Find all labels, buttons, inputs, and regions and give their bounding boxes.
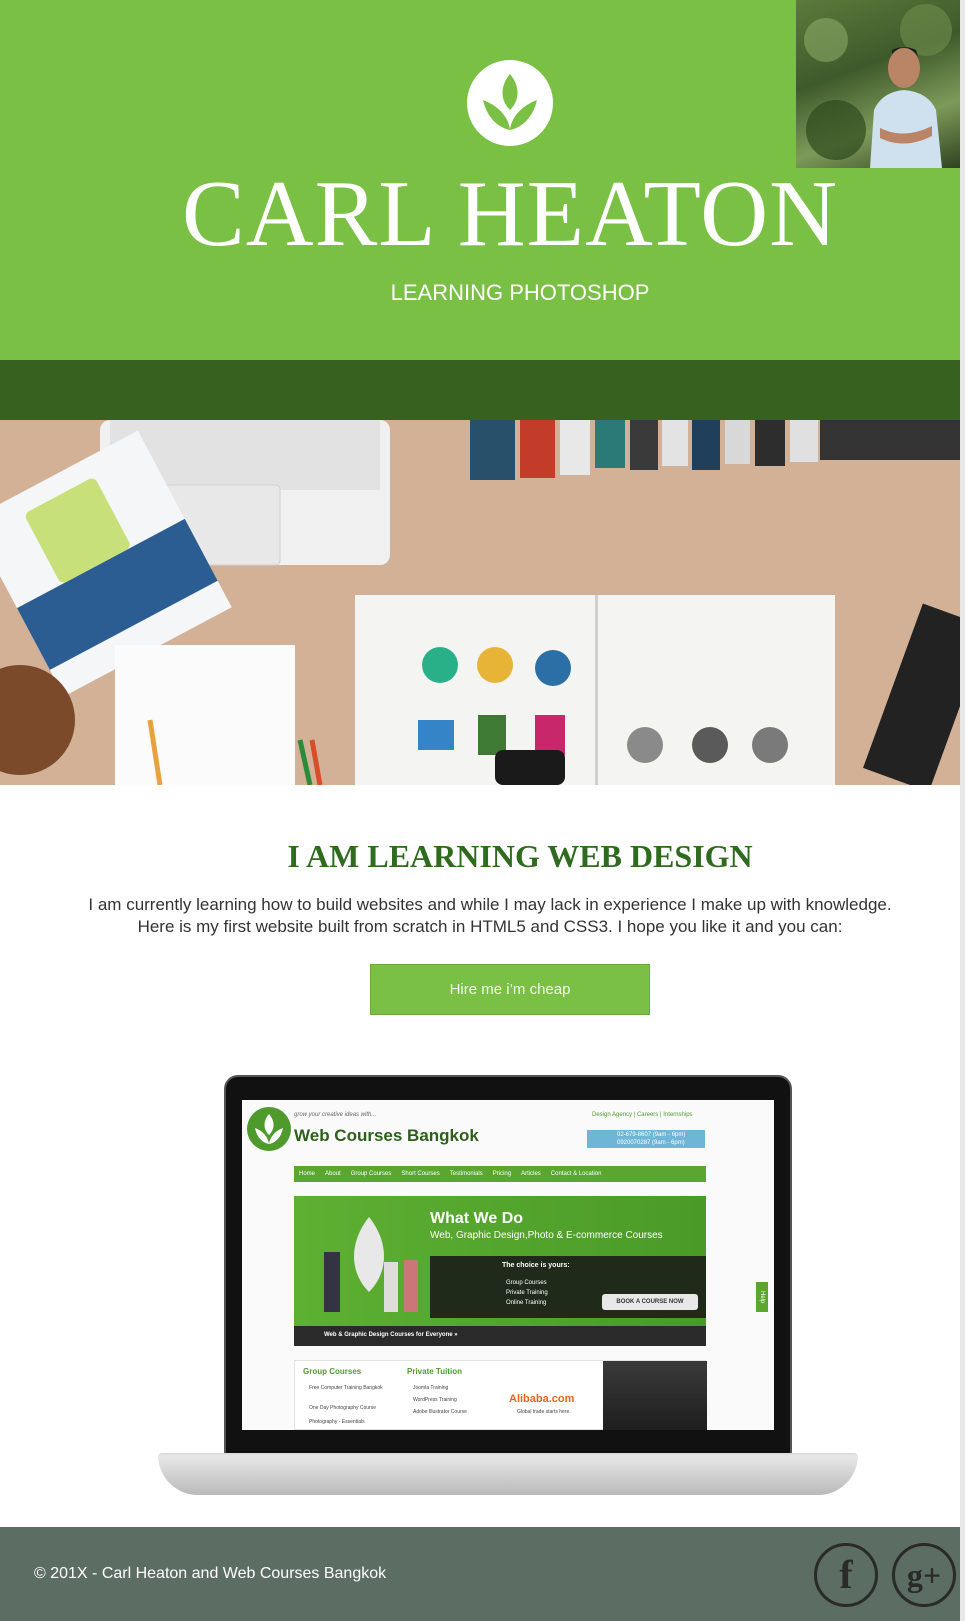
preview-nav-short-courses[interactable]: Short Courses xyxy=(396,1166,444,1182)
preview-col1-item-1[interactable]: Free Computer Training Bangkok xyxy=(309,1385,383,1391)
scrollbar-track[interactable] xyxy=(960,0,965,1621)
preview-leaf-logo-icon xyxy=(247,1107,291,1151)
navigation-bar xyxy=(0,360,960,420)
site-subtitle: LEARNING PHOTOSHOP xyxy=(390,280,650,305)
google-plus-icon[interactable]: g+ xyxy=(892,1543,956,1607)
copyright-text: © 201X - Carl Heaton and Web Courses Ban… xyxy=(34,1565,387,1582)
preview-nav-group-courses[interactable]: Group Courses xyxy=(346,1166,397,1182)
preview-people-image xyxy=(324,1217,418,1312)
preview-brand: Web Courses Bangkok xyxy=(294,1126,479,1145)
preview-phone-box: 02-679-8607 (9am - 6pm) 0920070287 (9am … xyxy=(587,1130,705,1148)
facebook-glyph: f xyxy=(839,1552,853,1597)
preview-banner-title: What We Do xyxy=(430,1210,524,1227)
preview-strip: Web & Graphic Design Courses for Everyon… xyxy=(294,1326,706,1346)
preview-choice-2: Private Training xyxy=(506,1290,548,1296)
intro-text: I am currently learning how to build web… xyxy=(20,894,960,938)
preview-choice-1: Group Courses xyxy=(506,1280,547,1286)
preview-banner-subtitle: Web, Graphic Design,Photo & E-commerce C… xyxy=(430,1230,663,1241)
intro-line-2: Here is my first website built from scra… xyxy=(137,917,843,936)
google-plus-glyph: g+ xyxy=(906,1557,942,1593)
preview-col2-item-3[interactable]: Adobe Illustrator Course xyxy=(413,1409,467,1415)
preview-col1-item-2[interactable]: One Day Photography Course xyxy=(309,1405,376,1411)
preview-col1-title: Group Courses xyxy=(303,1367,362,1376)
section-heading: I AM LEARNING WEB DESIGN xyxy=(287,838,753,874)
preview-nav-pricing[interactable]: Pricing xyxy=(488,1166,516,1182)
hire-me-button[interactable]: Hire me i’m cheap xyxy=(370,964,650,1015)
preview-phone-1: 02-679-8607 (9am - 6pm) xyxy=(617,1132,686,1138)
intro-line-1: I am currently learning how to build web… xyxy=(88,895,892,914)
header: CARL HEATON LEARNING PHOTOSHOP xyxy=(0,0,960,360)
footer: © 201X - Carl Heaton and Web Courses Ban… xyxy=(0,1527,960,1621)
preview-help-tab[interactable]: Help xyxy=(756,1282,768,1312)
preview-phone-2: 0920070287 (9am - 6pm) xyxy=(617,1140,685,1146)
preview-bottom-area: Group Courses Free Computer Training Ban… xyxy=(294,1360,707,1430)
preview-link-internships[interactable]: Internships xyxy=(663,1112,692,1118)
preview-col2-item-1[interactable]: Joomla Training xyxy=(413,1385,448,1391)
preview-nav: Home About Group Courses Short Courses T… xyxy=(294,1166,706,1182)
leaf-logo-icon[interactable] xyxy=(467,60,553,146)
profile-photo xyxy=(796,0,960,168)
preview-col2-title: Private Tuition xyxy=(407,1367,462,1376)
laptop-base xyxy=(158,1455,858,1495)
preview-col1-item-3[interactable]: Photography - Essentials xyxy=(309,1419,365,1425)
preview-choice-panel: The choice is yours: Group Courses Priva… xyxy=(430,1256,706,1318)
website-preview: grow your creative ideas with... Web Cou… xyxy=(242,1100,774,1430)
preview-nav-testimonials[interactable]: Testimonials xyxy=(445,1166,488,1182)
preview-toplinks: Design Agency | Careers | Internships xyxy=(592,1112,693,1118)
preview-col2-item-2[interactable]: WordPress Training xyxy=(413,1397,457,1403)
preview-nav-home[interactable]: Home xyxy=(294,1166,320,1182)
preview-ad-brand[interactable]: Alibaba.com xyxy=(509,1393,574,1405)
preview-team-photo xyxy=(603,1361,707,1430)
preview-strip-text: Web & Graphic Design Courses for Everyon… xyxy=(324,1332,458,1338)
preview-tagline: grow your creative ideas with... xyxy=(294,1112,377,1118)
laptop-mockup: grow your creative ideas with... Web Cou… xyxy=(158,1075,858,1495)
hero-image xyxy=(0,420,960,785)
preview-nav-articles[interactable]: Articles xyxy=(516,1166,546,1182)
preview-ad-tagline: Global trade starts here. xyxy=(517,1409,571,1415)
facebook-icon[interactable]: f xyxy=(814,1543,878,1607)
preview-banner: What We Do Web, Graphic Design,Photo & E… xyxy=(294,1196,706,1346)
preview-nav-about[interactable]: About xyxy=(320,1166,346,1182)
preview-nav-contact[interactable]: Contact & Location xyxy=(546,1166,607,1182)
site-title: CARL HEATON xyxy=(182,162,838,266)
preview-book-course-button[interactable]: BOOK A COURSE NOW xyxy=(602,1294,698,1310)
preview-choice-title: The choice is yours: xyxy=(502,1262,570,1269)
preview-link-design-agency[interactable]: Design Agency xyxy=(592,1112,632,1118)
preview-choice-3: Online Training xyxy=(506,1300,547,1306)
preview-link-careers[interactable]: Careers xyxy=(637,1112,658,1118)
